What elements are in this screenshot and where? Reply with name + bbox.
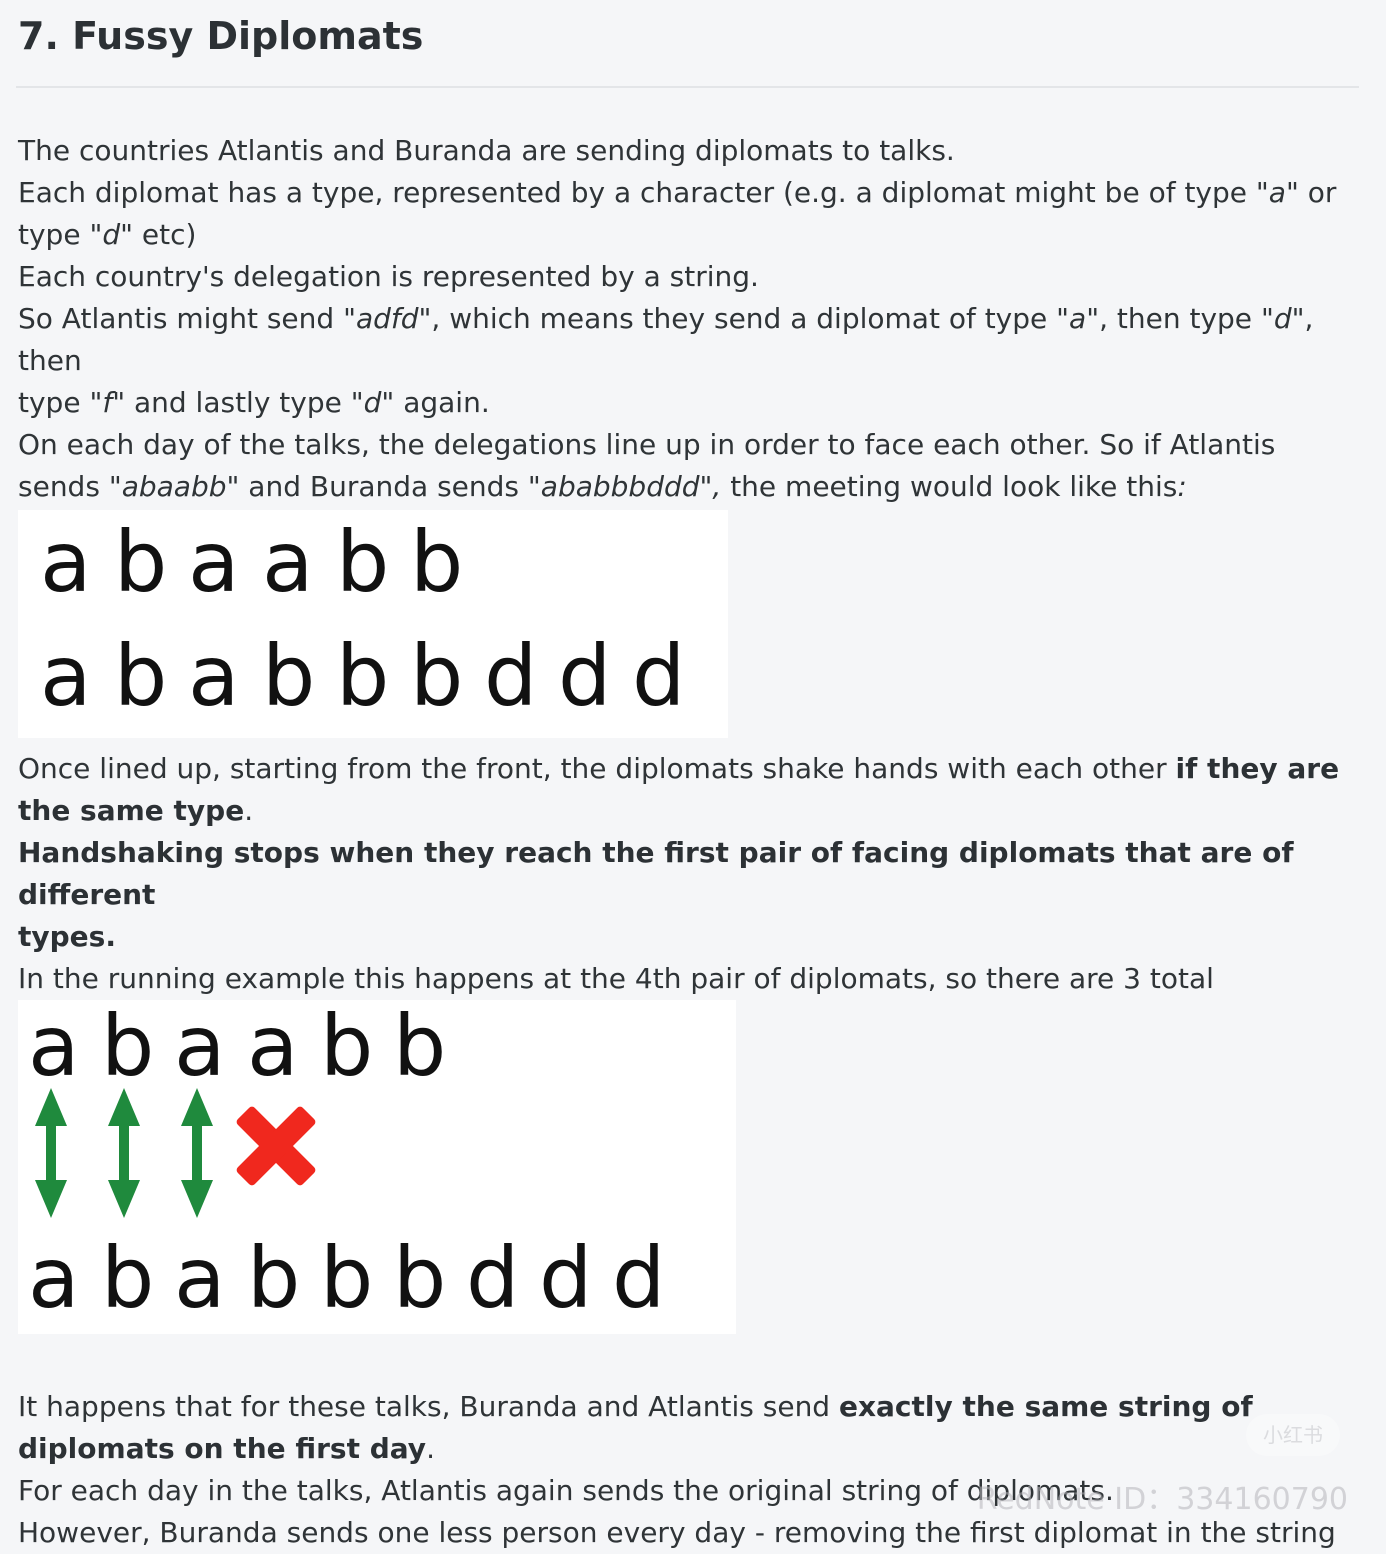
diplomat-letter: a bbox=[174, 1229, 226, 1327]
line-atlantis-example-cont: type "f" and lastly type "d" again. bbox=[18, 386, 490, 419]
diplomat-letter: a bbox=[188, 627, 240, 725]
diplomat-letter: b bbox=[410, 513, 464, 611]
diplomat-letter: b bbox=[101, 1229, 155, 1327]
diplomat-letter: d bbox=[612, 1229, 666, 1327]
lineup-figure: abaabb ababbbddd bbox=[18, 510, 728, 738]
line-example-count: In the running example this happens at t… bbox=[18, 962, 1214, 995]
diplomat-letter: a bbox=[28, 997, 80, 1095]
line-stop-rule-cont: types. bbox=[18, 920, 116, 953]
diplomat-letter: b bbox=[336, 513, 390, 611]
diplomat-letter: d bbox=[632, 627, 686, 725]
diplomat-letter: b bbox=[101, 997, 155, 1095]
diplomat-letter: d bbox=[484, 627, 538, 725]
diplomat-letter: a bbox=[40, 513, 92, 611]
diplomat-letter: a bbox=[174, 997, 226, 1095]
double-arrow-icon bbox=[181, 1088, 213, 1218]
intro-paragraph: The countries Atlantis and Buranda are s… bbox=[18, 130, 1360, 424]
watermark-text: RedNote ID：334160790 bbox=[976, 1482, 1348, 1517]
watermark-logo: 小红书 bbox=[1246, 1414, 1340, 1456]
line-diplomat-type: Each diplomat has a type, represented by… bbox=[18, 176, 1337, 209]
diplomat-letter: a bbox=[28, 1229, 80, 1327]
line-buranda-removes: However, Buranda sends one less person e… bbox=[18, 1516, 1336, 1549]
line-handshake: Once lined up, starting from the front, … bbox=[18, 752, 1340, 785]
diplomat-letter: d bbox=[558, 627, 612, 725]
diplomat-letter: d bbox=[539, 1229, 593, 1327]
page-title: 7. Fussy Diplomats bbox=[18, 14, 424, 58]
diplomat-letter: a bbox=[188, 513, 240, 611]
diplomat-letter: b bbox=[262, 627, 316, 725]
diplomat-letter: b bbox=[114, 513, 168, 611]
line-lineup-cont: sends "abaabb" and Buranda sends "ababbb… bbox=[18, 470, 1187, 503]
line-delegation: Each country's delegation is represented… bbox=[18, 260, 759, 293]
line-handshake-cont: the same type. bbox=[18, 794, 254, 827]
line-lineup: On each day of the talks, the delegation… bbox=[18, 428, 1276, 461]
diplomat-letter: a bbox=[247, 997, 299, 1095]
line-stop-rule: Handshaking stops when they reach the fi… bbox=[18, 836, 1294, 911]
diplomat-letter: b bbox=[320, 1229, 374, 1327]
title-divider bbox=[16, 86, 1359, 88]
diplomat-letter: b bbox=[247, 1229, 301, 1327]
line-atlantis-example: So Atlantis might send "adfd", which mea… bbox=[18, 302, 1314, 377]
double-arrow-icon bbox=[108, 1088, 140, 1218]
diplomat-letter: b bbox=[320, 997, 374, 1095]
lineup-paragraph: On each day of the talks, the delegation… bbox=[18, 424, 1360, 508]
diplomat-letter: b bbox=[393, 1229, 447, 1327]
diplomat-letter: d bbox=[466, 1229, 520, 1327]
diplomat-letter: a bbox=[40, 627, 92, 725]
double-arrow-icon bbox=[35, 1088, 67, 1218]
line-countries: The countries Atlantis and Buranda are s… bbox=[18, 134, 955, 167]
line-same-string-cont: diplomats on the first day. bbox=[18, 1432, 435, 1465]
handshake-figure: abaabb ababbbddd bbox=[18, 1000, 736, 1334]
line-diplomat-type-cont: type "d" etc) bbox=[18, 218, 197, 251]
diplomat-letter: b bbox=[114, 627, 168, 725]
same-string-paragraph: It happens that for these talks, Buranda… bbox=[18, 1386, 1360, 1554]
diplomat-letter: b bbox=[336, 627, 390, 725]
handshake-marks bbox=[35, 1088, 316, 1218]
diplomat-letter: b bbox=[393, 997, 447, 1095]
line-same-string: It happens that for these talks, Buranda… bbox=[18, 1390, 1253, 1423]
cross-icon bbox=[236, 1106, 316, 1186]
diplomat-letter: b bbox=[410, 627, 464, 725]
diplomat-letter: a bbox=[262, 513, 314, 611]
